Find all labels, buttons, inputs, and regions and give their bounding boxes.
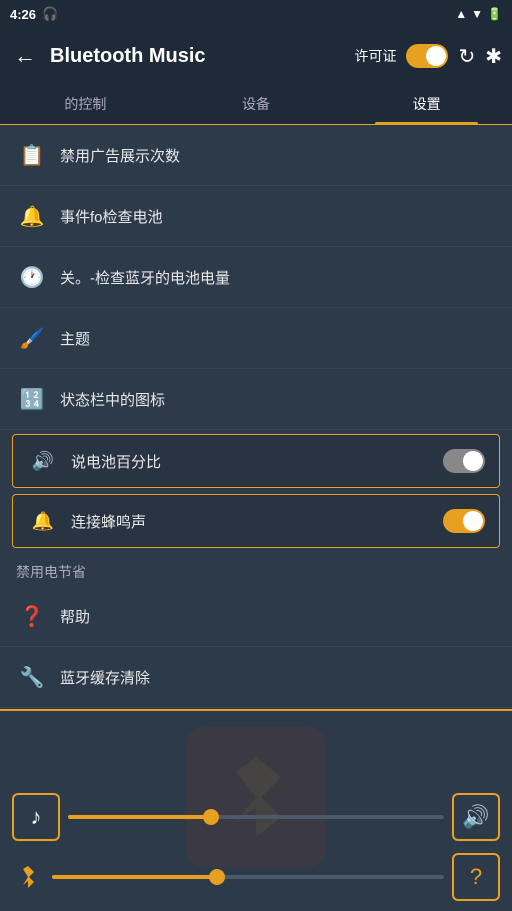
check-battery-label: 关。-检查蓝牙的电池电量	[60, 267, 496, 288]
wifi-icon: ▼	[471, 7, 483, 21]
statusbar-icon: 🔢	[16, 383, 48, 415]
check-battery-item[interactable]: 🕐 关。-检查蓝牙的电池电量	[0, 247, 512, 308]
help-item[interactable]: ❓ 帮助	[0, 586, 512, 647]
app-title: Bluetooth Music	[50, 45, 344, 68]
connect-beep-toggle[interactable]	[443, 509, 485, 533]
status-bar: 4:26 🎧 ▲ ▼ 🔋	[0, 0, 512, 28]
headphones-icon: 🎧	[42, 6, 58, 22]
app-header: ← Bluetooth Music 许可证 ↻ ✱	[0, 28, 512, 84]
tab-device[interactable]: 设备	[171, 84, 342, 124]
bell-icon: 🔔	[27, 505, 59, 537]
bluetooth-bottom-icon	[12, 861, 44, 893]
music-note-button[interactable]: ♪	[12, 793, 60, 841]
connect-beep-row: 🔔 连接蜂鸣声	[12, 494, 500, 548]
battery-pct-row: 🔊 说电池百分比	[12, 434, 500, 488]
tab-control[interactable]: 的控制	[0, 84, 171, 124]
bt-slider-fill	[52, 875, 217, 879]
clock-icon: 🕐	[16, 261, 48, 293]
permission-label: 许可证	[354, 46, 396, 66]
bt-slider-container[interactable]	[52, 867, 444, 887]
disable-ads-label: 禁用广告展示次数	[60, 145, 496, 166]
music-note-icon: ♪	[31, 804, 42, 830]
permission-toggle[interactable]	[406, 44, 448, 68]
status-icons: 🎧	[42, 6, 58, 22]
signal-icon: ▲	[455, 7, 467, 21]
volume-slider-thumb[interactable]	[203, 809, 219, 825]
refresh-icon[interactable]: ↻	[458, 44, 475, 69]
volume-slider-container[interactable]	[68, 807, 444, 827]
wrench-icon: 🔧	[16, 661, 48, 693]
ads-icon: 📋	[16, 139, 48, 171]
cache-clear-label: 蓝牙缓存清除	[60, 667, 496, 688]
volume-slider-fill	[68, 815, 211, 819]
tab-bar: 的控制 设备 设置	[0, 84, 512, 125]
battery-pct-label: 说电池百分比	[71, 451, 431, 472]
bluetooth-control-row: ?	[12, 853, 500, 901]
disable-ads-item[interactable]: 📋 禁用广告展示次数	[0, 125, 512, 186]
event-icon: 🔔	[16, 200, 48, 232]
connect-beep-label: 连接蜂鸣声	[71, 511, 431, 532]
power-save-section: 禁用电节省	[0, 552, 512, 586]
settings-content: 📋 禁用广告展示次数 🔔 事件fo检查电池 🕐 关。-检查蓝牙的电池电量 🖌️ …	[0, 125, 512, 709]
volume-slider-track	[68, 815, 444, 819]
status-right-icons: ▲ ▼ 🔋	[455, 7, 502, 21]
speaker-icon: 🔊	[27, 445, 59, 477]
help-label: 帮助	[60, 606, 496, 627]
battery-icon: 🔋	[487, 7, 502, 21]
battery-pct-toggle[interactable]	[443, 449, 485, 473]
status-time: 4:26	[10, 7, 36, 22]
help-icon: ❓	[16, 600, 48, 632]
header-actions: 许可证 ↻ ✱	[354, 44, 502, 69]
bottom-area: ♪ 🔊	[0, 711, 512, 911]
help-button[interactable]: ?	[452, 853, 500, 901]
tab-settings[interactable]: 设置	[341, 84, 512, 124]
theme-label: 主题	[60, 328, 496, 349]
volume-button[interactable]: 🔊	[452, 793, 500, 841]
power-save-label: 禁用电节省	[16, 564, 86, 580]
bluetooth-header-icon[interactable]: ✱	[485, 44, 502, 69]
volume-control-row: ♪ 🔊	[12, 793, 500, 841]
event-battery-item[interactable]: 🔔 事件fo检查电池	[0, 186, 512, 247]
bt-slider-thumb[interactable]	[209, 869, 225, 885]
theme-icon: 🖌️	[16, 322, 48, 354]
status-icon-item[interactable]: 🔢 状态栏中的图标	[0, 369, 512, 430]
bt-slider-track	[52, 875, 444, 879]
event-battery-label: 事件fo检查电池	[60, 206, 496, 227]
question-icon: ?	[470, 864, 482, 890]
volume-icon: 🔊	[462, 804, 489, 830]
back-button[interactable]: ←	[10, 39, 40, 73]
status-icon-label: 状态栏中的图标	[60, 389, 496, 410]
cache-clear-item[interactable]: 🔧 蓝牙缓存清除	[0, 647, 512, 708]
theme-item[interactable]: 🖌️ 主题	[0, 308, 512, 369]
bottom-controls: ♪ 🔊	[0, 783, 512, 911]
